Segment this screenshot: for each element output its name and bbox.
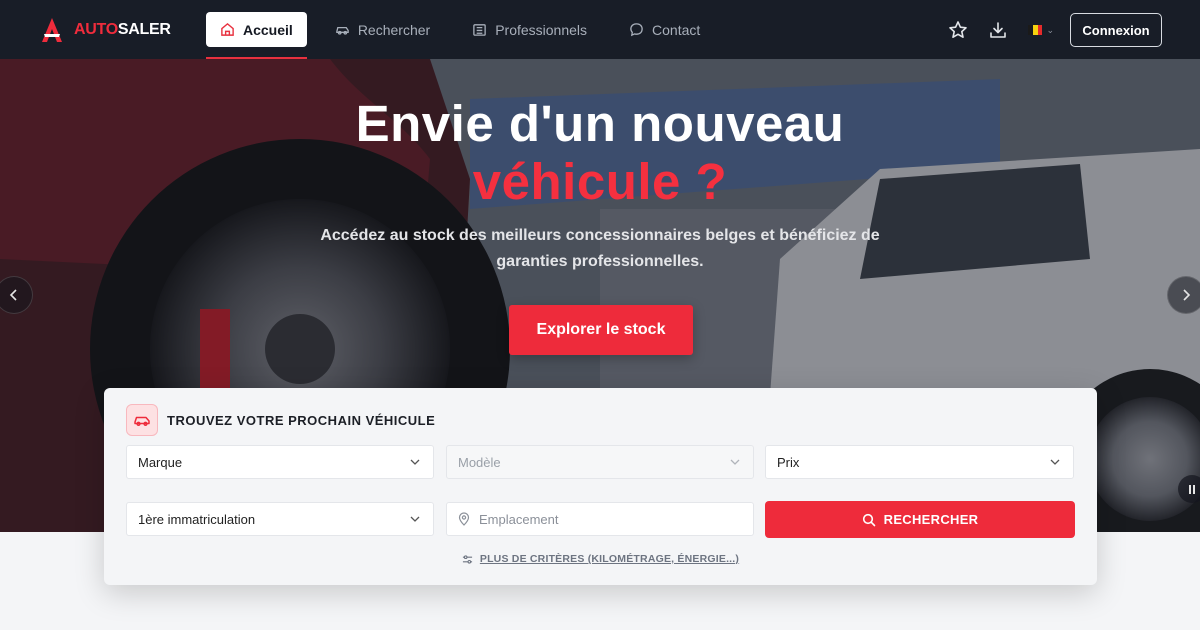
download-icon[interactable]	[988, 20, 1008, 40]
nav-right-actions: ⌄ Connexion	[948, 13, 1162, 47]
more-criteria-link[interactable]: PLUS DE CRITÈRES (KILOMÉTRAGE, ÉNERGIE..…	[104, 553, 1097, 565]
nav-item-contact[interactable]: Contact	[615, 12, 714, 47]
more-criteria-label: PLUS DE CRITÈRES (KILOMÉTRAGE, ÉNERGIE..…	[479, 553, 740, 565]
location-input[interactable]: Emplacement	[446, 502, 754, 536]
location-input-placeholder: Emplacement	[479, 511, 559, 527]
registration-select[interactable]: 1ère immatriculation	[126, 502, 434, 536]
login-button[interactable]: Connexion	[1070, 13, 1162, 47]
nav-item-label: Contact	[652, 21, 701, 38]
brand-select-value: Marque	[138, 454, 183, 470]
search-submit-button[interactable]: RECHERCHER	[765, 501, 1075, 538]
hero-title: Envie d'un nouveau véhicule ?	[0, 95, 1200, 211]
pause-icon	[1189, 484, 1191, 494]
main-nav: Accueil Rechercher Professionnels Contac…	[206, 12, 728, 59]
registration-select-value: 1ère immatriculation	[138, 511, 256, 527]
nav-item-label: Professionnels	[495, 21, 588, 38]
hero-title-line2: véhicule ?	[472, 153, 728, 210]
carousel-pause-button[interactable]	[1178, 475, 1200, 503]
chevron-down-icon: ⌄	[1046, 24, 1054, 35]
nav-item-accueil[interactable]: Accueil	[206, 12, 307, 59]
logo-text-auto: AUTO	[74, 21, 118, 38]
nav-item-label: Accueil	[243, 21, 293, 38]
search-panel-title: TROUVEZ VOTRE PROCHAIN VÉHICULE	[167, 412, 436, 428]
belgium-flag-icon	[1028, 25, 1043, 35]
model-select[interactable]: Modèle	[446, 445, 754, 479]
nav-item-rechercher[interactable]: Rechercher	[321, 12, 444, 47]
top-navbar: AUTOSALER Accueil Rechercher Professionn…	[0, 0, 1200, 59]
search-icon	[862, 513, 875, 526]
chevron-right-icon	[1183, 289, 1191, 301]
search-submit-label: RECHERCHER	[883, 512, 979, 527]
brand-select[interactable]: Marque	[126, 445, 434, 479]
sliders-icon	[462, 554, 472, 564]
building-icon	[473, 24, 486, 36]
star-icon[interactable]	[948, 20, 968, 40]
chevron-down-icon	[730, 459, 740, 465]
car-icon	[336, 26, 349, 35]
logo-text: AUTOSALER	[74, 21, 171, 39]
chevron-left-icon	[9, 289, 17, 301]
nav-item-label: Rechercher	[357, 21, 431, 38]
car-icon	[134, 416, 150, 426]
chevron-down-icon	[410, 459, 420, 465]
carousel-next-button[interactable]	[1167, 276, 1200, 314]
language-selector[interactable]: ⌄	[1028, 25, 1054, 36]
chat-bubble-icon	[630, 23, 643, 37]
logo-mark-icon	[42, 18, 62, 42]
hero-title-line1: Envie d'un nouveau	[355, 95, 845, 152]
price-select[interactable]: Prix	[765, 445, 1074, 479]
nav-item-professionnels[interactable]: Professionnels	[458, 12, 601, 47]
model-select-value: Modèle	[458, 454, 501, 470]
vehicle-search-panel: TROUVEZ VOTRE PROCHAIN VÉHICULE Marque M…	[104, 388, 1097, 585]
chevron-down-icon	[1050, 459, 1060, 465]
chevron-down-icon	[410, 516, 420, 522]
logo-text-saler: SALER	[117, 21, 171, 38]
search-panel-header: TROUVEZ VOTRE PROCHAIN VÉHICULE	[126, 404, 435, 436]
car-badge	[126, 404, 158, 436]
hero-subtitle: Accédez au stock des meilleurs concessio…	[320, 227, 880, 270]
explore-stock-button[interactable]: Explorer le stock	[509, 305, 693, 355]
price-select-value: Prix	[777, 454, 800, 470]
home-icon	[221, 22, 234, 36]
logo[interactable]: AUTOSALER	[40, 18, 171, 42]
location-pin-icon	[458, 512, 470, 526]
